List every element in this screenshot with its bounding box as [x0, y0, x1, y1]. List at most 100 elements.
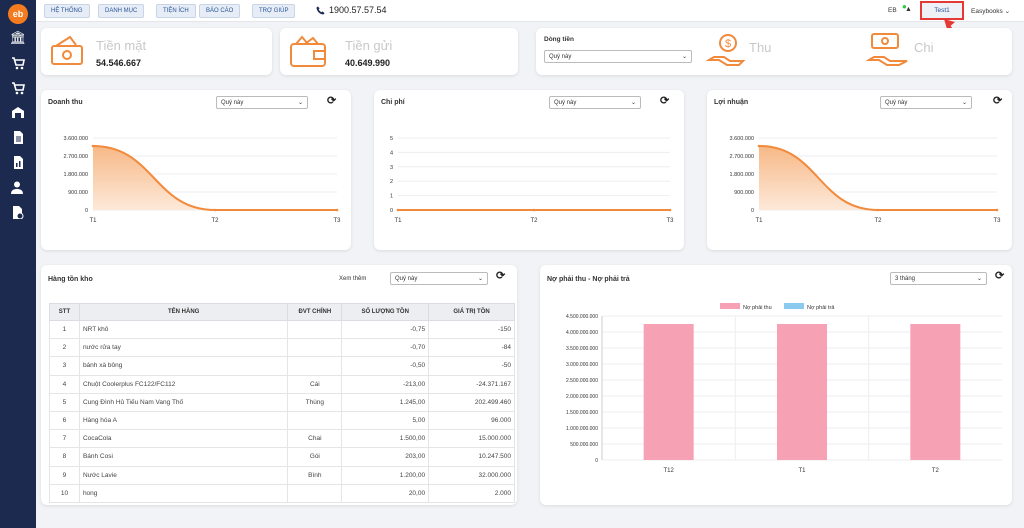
table-cell	[287, 338, 343, 358]
menu-tro-giup[interactable]: TRỢ GIÚP	[252, 4, 296, 18]
warehouse-icon[interactable]	[9, 104, 27, 120]
y-tick-label: 500.000.000	[570, 442, 598, 448]
cashflow-period-value: Quý này	[549, 53, 572, 60]
income-label: Thu	[749, 40, 772, 55]
revenue-panel: Doanh thu Quý này ⌄ ⟳ 3.600.000 2.700.000 1…	[41, 90, 351, 250]
table-cell: bánh xà bông	[78, 356, 289, 376]
inventory-table: STT TÊN HÀNG ĐVT CHÍNH SỐ LƯỢNG TỒN GIÁ …	[49, 303, 515, 503]
table-cell: 96.000	[428, 410, 515, 431]
y-tick-label: 2.000.000.000	[566, 394, 598, 400]
table-cell: 5,00	[341, 410, 430, 431]
menu-bao-cao[interactable]: BÁO CÁO	[199, 4, 241, 18]
table-cell: 2	[49, 338, 80, 358]
table-row[interactable]: 8 Bánh Cosi Gói 203,00 10.247.500	[49, 447, 515, 467]
table-cell: Hàng hóa A	[78, 410, 289, 431]
expense-panel: Chi phí Quý này ⌄ ⟳ 5 4 3 2 1 0 T1 T2 T3	[374, 90, 684, 250]
see-more-link[interactable]: Xem thêm	[339, 276, 366, 282]
table-row[interactable]: 2 nước rửa tay -0,70 -84	[49, 338, 515, 358]
deposit-value: 40.649.990	[345, 58, 391, 68]
data-point	[213, 208, 217, 212]
profit-panel: Lợi nhuận Quý này ⌄ ⟳ 3.600.000 2.700.000 1…	[707, 90, 1012, 250]
cashflow-period-select[interactable]: Quý này ⌄	[544, 50, 692, 63]
sidebar: eb 🏛︎	[0, 0, 36, 528]
y-tick-label: 900.000	[68, 190, 88, 196]
table-row[interactable]: 3 bánh xà bông -0,50 -50	[49, 356, 515, 376]
column-header[interactable]: ĐVT CHÍNH	[287, 303, 343, 321]
chevron-down-icon: ⌄	[1004, 8, 1011, 15]
table-cell: Bình	[287, 465, 343, 485]
table-cell: 15.000.000	[428, 429, 515, 449]
x-tick-label: T1	[798, 468, 806, 474]
company-menu[interactable]: Easybooks ⌄	[971, 7, 1010, 15]
column-header[interactable]: STT	[49, 303, 80, 321]
revenue-chart: 3.600.000 2.700.000 1.800.000 900.000 0T1 T2 T…	[64, 136, 342, 224]
table-cell: -84	[428, 338, 515, 358]
table-row[interactable]: 1 NRT khô -0,75 -150	[49, 319, 515, 340]
y-tick-label: 5	[390, 136, 393, 142]
table-cell: -0,75	[341, 319, 430, 340]
inventory-period-select[interactable]: Quý này ⌄	[390, 272, 488, 285]
document-icon[interactable]	[9, 129, 27, 145]
y-tick-label: 3.600.000	[730, 136, 754, 142]
menu-tien-ich[interactable]: TIỆN ÍCH	[156, 4, 196, 18]
table-cell: -0,70	[341, 338, 430, 358]
menu-danh-muc[interactable]: DANH MỤC	[98, 4, 145, 18]
language-flag[interactable]: EB	[888, 7, 897, 14]
table-cell: -150	[428, 319, 515, 340]
column-header[interactable]: TÊN HÀNG	[78, 303, 289, 321]
table-row[interactable]: 10 hong 20,00 2.000	[49, 483, 515, 503]
report-icon[interactable]	[9, 154, 27, 170]
legend-swatch	[784, 303, 804, 309]
x-tick-label: T1	[89, 218, 97, 224]
table-cell: nước rửa tay	[78, 338, 289, 358]
deposit-label: Tiền gửi	[345, 38, 393, 53]
y-tick-label: 1.500.000.000	[566, 410, 598, 416]
user-name: Test1	[934, 7, 950, 14]
phone-icon	[316, 5, 325, 15]
table-row[interactable]: 9 Nước Lavie Bình 1.200,00 32.000.000	[49, 465, 515, 485]
column-header[interactable]: GIÁ TRỊ TỒN	[428, 303, 515, 321]
table-row[interactable]: 6 Hàng hóa A 5,00 96.000	[49, 410, 515, 431]
users-icon[interactable]	[9, 179, 27, 195]
chevron-down-icon: ⌄	[477, 276, 483, 282]
cash-value: 54.546.667	[96, 58, 142, 68]
table-cell: -213,00	[341, 374, 430, 394]
bell-icon[interactable]: ▲	[905, 6, 912, 13]
refresh-icon[interactable]: ⟳	[496, 269, 505, 282]
cart-out-icon[interactable]	[9, 80, 27, 96]
inventory-period-value: Quý này	[395, 275, 418, 282]
debt-panel: Nợ phải thu - Nợ phải trả 3 tháng ⌄ ⟳ 4.5…	[540, 265, 1012, 505]
y-tick-label: 3	[390, 165, 393, 171]
table-cell: Cung Đình Hủ Tiếu Nam Vang Thố	[78, 392, 289, 412]
table-cell: Chuột Coolerplus FC122/FC112	[78, 374, 289, 394]
table-row[interactable]: 7 CocaCola Chai 1.500,00 15.000.000	[49, 429, 515, 449]
table-cell: 202.499.460	[428, 392, 515, 412]
table-cell: 9	[49, 465, 80, 485]
x-tick-label: T1	[755, 218, 763, 224]
data-point	[532, 208, 536, 212]
table-cell: Nước Lavie	[78, 465, 289, 485]
menu-he-thong[interactable]: HỆ THỐNG	[44, 4, 90, 18]
expense-icon	[866, 33, 908, 66]
invoice-icon[interactable]	[9, 204, 27, 220]
x-tick-label: T2	[874, 218, 882, 224]
table-row[interactable]: 5 Cung Đình Hủ Tiếu Nam Vang Thố Thùng 1.24…	[49, 392, 515, 412]
table-cell: CocaCola	[78, 429, 289, 449]
table-cell: 1.245,00	[341, 392, 430, 412]
x-tick-label: T3	[333, 218, 341, 224]
y-tick-label: 2	[390, 179, 393, 185]
y-tick-label: 4.000.000.000	[566, 330, 598, 336]
column-header[interactable]: SỐ LƯỢNG TỒN	[341, 303, 430, 321]
table-row[interactable]: 4 Chuột Coolerplus FC122/FC112 Cái -213,00-…	[49, 374, 515, 394]
table-cell: Cái	[287, 374, 343, 394]
expense-label: Chi	[914, 40, 934, 55]
cart-in-icon[interactable]	[9, 55, 27, 71]
table-cell: 5	[49, 392, 80, 412]
y-tick-label: 2.700.000	[730, 154, 754, 160]
wallet-icon	[290, 35, 326, 67]
table-cell: -50	[428, 356, 515, 376]
bank-icon[interactable]: 🏛︎	[9, 30, 27, 46]
app-logo[interactable]: eb	[8, 4, 28, 24]
table-cell: Bánh Cosi	[78, 447, 289, 467]
inventory-title: Hàng tồn kho	[48, 276, 93, 283]
